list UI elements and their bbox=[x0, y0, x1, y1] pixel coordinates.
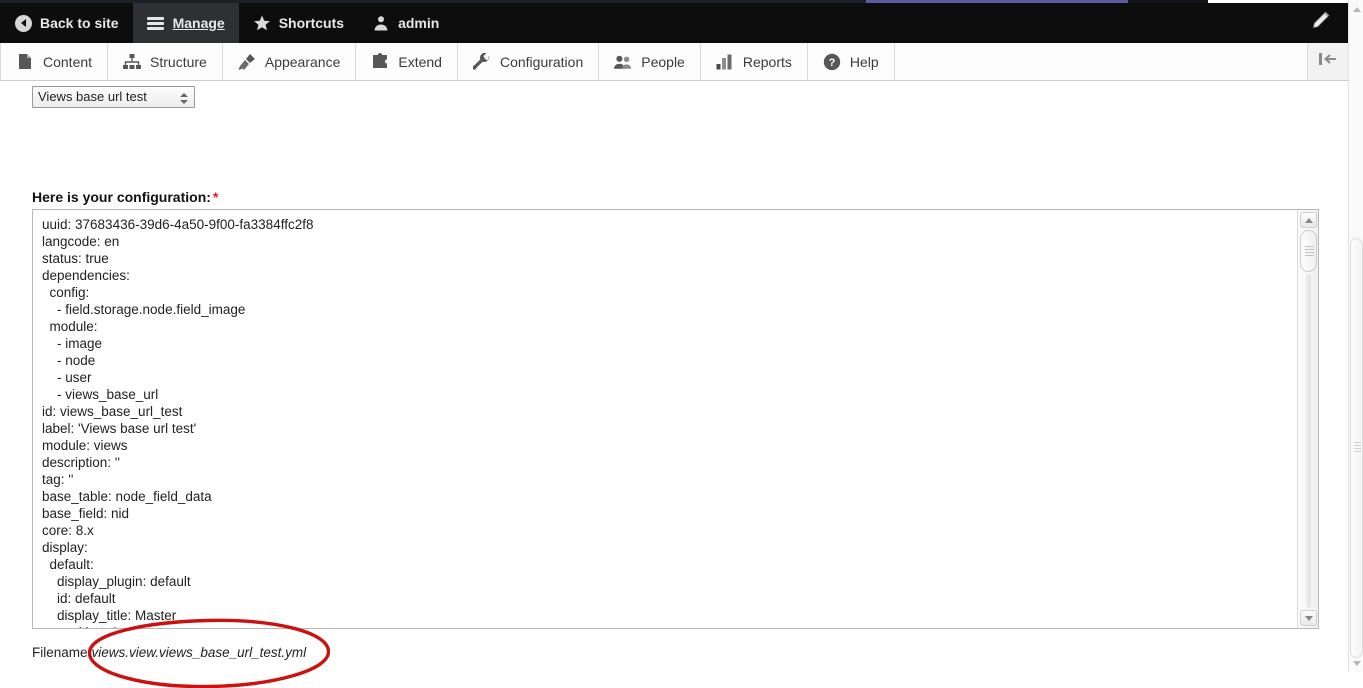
sitemap-icon bbox=[123, 53, 141, 71]
textarea-scrollbar[interactable] bbox=[1297, 210, 1318, 628]
svg-text:?: ? bbox=[829, 57, 836, 69]
toolbar-item-admin-account[interactable]: admin bbox=[358, 3, 453, 43]
page-scroll-down-button[interactable] bbox=[1351, 658, 1362, 669]
menu-item-label: Content bbox=[43, 54, 92, 70]
menu-item-label: Configuration bbox=[500, 54, 583, 70]
people-icon bbox=[614, 53, 632, 71]
hamburger-icon bbox=[147, 14, 165, 32]
filename-label: Filename bbox=[32, 645, 88, 660]
user-icon bbox=[372, 14, 390, 32]
collapse-left-icon bbox=[1317, 51, 1339, 72]
progress-segment-remaining bbox=[1208, 0, 1348, 3]
filename-row: Filename views.view.views_base_url_test.y… bbox=[32, 645, 306, 660]
textarea-scroll-up-button[interactable] bbox=[1300, 212, 1317, 228]
menu-item-label: Help bbox=[850, 54, 879, 70]
toolbar-item-label: Manage bbox=[173, 15, 225, 31]
view-select-value: Views base url test bbox=[38, 89, 147, 104]
toolbar-item-shortcuts[interactable]: Shortcuts bbox=[239, 3, 358, 43]
back-arrow-icon bbox=[14, 14, 32, 32]
edit-pencil-button[interactable] bbox=[1292, 3, 1348, 43]
configuration-label: Here is your configuration:* bbox=[32, 189, 218, 205]
toolbar-collapse-button[interactable] bbox=[1308, 43, 1348, 80]
progress-segment-1 bbox=[0, 0, 866, 3]
textarea-scroll-thumb[interactable] bbox=[1300, 230, 1317, 272]
menu-item-content[interactable]: Content bbox=[0, 43, 108, 80]
primary-menu-bar: Content Structure Appearance bbox=[0, 43, 1348, 81]
toolbar-item-label: admin bbox=[398, 15, 439, 31]
select-spinner-icon bbox=[178, 89, 189, 107]
progress-segment-3 bbox=[1128, 0, 1208, 3]
page-scroll-up-button[interactable] bbox=[1351, 4, 1362, 15]
configuration-label-text: Here is your configuration: bbox=[32, 189, 211, 205]
paintbrush-icon bbox=[238, 53, 256, 71]
textarea-scroll-track[interactable] bbox=[1306, 274, 1311, 608]
main-content: Views base url test Here is your configu… bbox=[0, 81, 1348, 672]
bar-chart-icon bbox=[716, 53, 734, 71]
chevron-up-icon bbox=[1305, 218, 1313, 223]
document-icon bbox=[16, 53, 34, 71]
toolbar-item-back-to-site[interactable]: Back to site bbox=[0, 3, 133, 43]
textarea-scroll-down-button[interactable] bbox=[1300, 610, 1317, 626]
filename-value: views.view.views_base_url_test.yml bbox=[92, 645, 307, 660]
toolbar-item-manage[interactable]: Manage bbox=[133, 3, 239, 43]
menu-item-configuration[interactable]: Configuration bbox=[458, 43, 599, 80]
menu-item-reports[interactable]: Reports bbox=[701, 43, 808, 80]
menu-item-label: Structure bbox=[150, 54, 207, 70]
menu-item-appearance[interactable]: Appearance bbox=[223, 43, 357, 80]
menu-item-help[interactable]: ? Help bbox=[808, 43, 895, 80]
puzzle-piece-icon bbox=[371, 53, 389, 71]
menu-item-people[interactable]: People bbox=[599, 43, 701, 80]
chevron-up-icon bbox=[1353, 7, 1361, 12]
menu-item-extend[interactable]: Extend bbox=[356, 43, 458, 80]
menu-item-label: Reports bbox=[743, 54, 792, 70]
required-marker: * bbox=[213, 189, 218, 205]
page-load-progress-bar bbox=[0, 0, 1348, 3]
menu-item-label: Extend bbox=[398, 54, 442, 70]
progress-segment-accent bbox=[866, 0, 1128, 3]
menu-item-label: Appearance bbox=[265, 54, 341, 70]
menu-item-structure[interactable]: Structure bbox=[108, 43, 223, 80]
page-scroll-thumb[interactable] bbox=[1350, 238, 1363, 658]
wrench-icon bbox=[473, 53, 491, 71]
chevron-down-icon bbox=[1353, 661, 1361, 666]
page-scrollbar[interactable] bbox=[1348, 0, 1363, 672]
menu-bar-filler bbox=[895, 43, 1308, 80]
configuration-textarea-wrapper: uuid: 37683436-39d6-4a50-9f00-fa3384ffc2… bbox=[32, 209, 1319, 629]
toolbar-item-label: Back to site bbox=[40, 15, 119, 31]
scroll-thumb-grip-icon bbox=[1354, 442, 1361, 454]
admin-toolbar: Back to site Manage Shortcuts admin bbox=[0, 3, 1348, 43]
pencil-icon bbox=[1308, 9, 1332, 38]
toolbar-item-label: Shortcuts bbox=[279, 15, 344, 31]
question-mark-icon: ? bbox=[823, 53, 841, 71]
menu-item-label: People bbox=[641, 54, 685, 70]
scroll-thumb-grip-icon bbox=[1305, 246, 1314, 258]
chevron-down-icon bbox=[1305, 616, 1313, 621]
configuration-textarea[interactable]: uuid: 37683436-39d6-4a50-9f00-fa3384ffc2… bbox=[33, 210, 1298, 628]
view-select[interactable]: Views base url test bbox=[32, 86, 195, 108]
star-icon bbox=[253, 14, 271, 32]
